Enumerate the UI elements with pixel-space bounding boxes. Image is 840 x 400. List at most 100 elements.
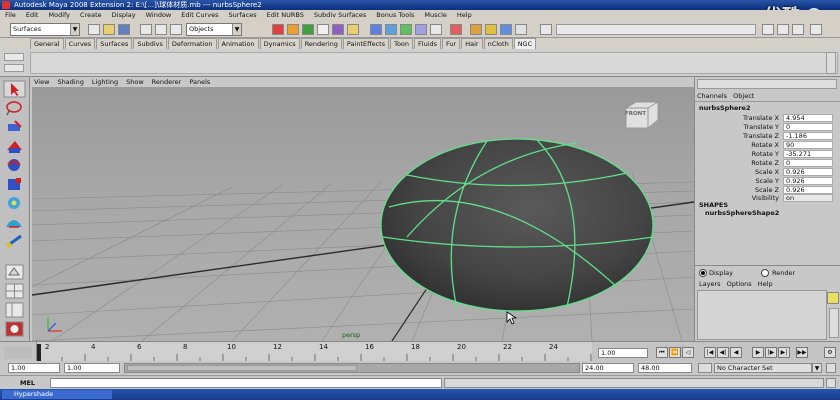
shape-node-name[interactable]: nurbsSphereShape2 <box>705 209 779 217</box>
curve-mask-icon[interactable] <box>317 24 329 35</box>
tab-deformation[interactable]: Deformation <box>167 38 217 49</box>
range-bar[interactable] <box>124 363 580 373</box>
end-time-field[interactable]: 48.00 <box>638 363 692 373</box>
tool-settings-toggle-icon[interactable] <box>777 24 789 35</box>
taskbar-hypershade-button[interactable]: Hypershade <box>2 390 112 399</box>
menu-create[interactable]: Create <box>75 11 107 19</box>
menu-panels[interactable]: Panels <box>185 78 214 86</box>
select-component-icon[interactable] <box>170 24 182 35</box>
move-tool-icon[interactable] <box>3 137 26 155</box>
menu-display[interactable]: Display <box>107 11 141 19</box>
menu-window[interactable]: Window <box>141 11 177 19</box>
select-by-type-icon[interactable] <box>272 24 284 35</box>
menu-show[interactable]: Show <box>122 78 148 86</box>
menu-help[interactable]: Help <box>452 11 477 19</box>
history-icon[interactable] <box>450 24 462 35</box>
snap-plane-icon[interactable] <box>415 24 427 35</box>
tab-channels[interactable]: Channels <box>697 92 727 100</box>
attr-value-translate-x[interactable]: 4.954 <box>783 114 833 122</box>
play-backwards-icon[interactable]: ◀ <box>730 347 742 358</box>
menu-layer-help[interactable]: Help <box>758 280 773 288</box>
attr-value-rotate-y[interactable]: -35.271 <box>783 150 833 158</box>
display-layer-radio[interactable] <box>699 269 707 277</box>
play-forwards-icon[interactable]: ▶ <box>752 347 764 358</box>
go-to-start-frame-icon[interactable]: |◀ <box>704 347 716 358</box>
menu-shading[interactable]: Shading <box>53 78 87 86</box>
playback-start-field[interactable]: 1.00 <box>64 363 120 373</box>
tab-subdivs[interactable]: Subdivs <box>133 38 167 49</box>
attr-value-scale-x[interactable]: 0.926 <box>783 168 833 176</box>
lasso-tool-icon[interactable] <box>3 99 26 117</box>
attr-value-rotate-z[interactable]: 0 <box>783 159 833 167</box>
auto-key-icon[interactable] <box>826 363 836 373</box>
step-forward-key-icon[interactable]: ▶▶ <box>796 347 808 358</box>
ipr-render-icon[interactable] <box>500 24 512 35</box>
new-layer-icon[interactable] <box>827 292 839 304</box>
menu-edit-curves[interactable]: Edit Curves <box>176 11 223 19</box>
character-set-icon[interactable] <box>698 363 712 373</box>
nurbs-sphere[interactable] <box>377 137 657 317</box>
tab-animation[interactable]: Animation <box>217 38 259 49</box>
chevron-down-icon[interactable]: ▼ <box>812 363 822 373</box>
menu-view[interactable]: View <box>30 78 53 86</box>
selection-mode-select[interactable]: Objects ▼ <box>186 23 242 36</box>
start-time-field[interactable]: 1.00 <box>8 363 60 373</box>
deformer-mask-icon[interactable] <box>347 24 359 35</box>
render-frame-icon[interactable] <box>485 24 497 35</box>
animation-preferences-icon[interactable]: ⚙ <box>824 347 836 358</box>
rotate-tool-icon[interactable] <box>3 156 26 174</box>
menu-bonus-tools[interactable]: Bonus Tools <box>371 11 419 19</box>
tab-curves[interactable]: Curves <box>64 38 96 49</box>
step-back-icon[interactable]: ⏪ <box>669 347 681 358</box>
show-manipulator-icon[interactable] <box>3 232 26 250</box>
joint-mask-icon[interactable] <box>302 24 314 35</box>
command-input[interactable] <box>50 378 442 388</box>
menuset-select[interactable]: Surfaces ▼ <box>10 23 80 36</box>
perspective-viewport[interactable]: FRONT persp <box>32 87 694 341</box>
persp-outliner-layout-icon[interactable] <box>3 301 26 319</box>
menu-modify[interactable]: Modify <box>43 11 75 19</box>
attribute-editor-toggle-icon[interactable] <box>762 24 774 35</box>
menu-surfaces[interactable]: Surfaces <box>223 11 261 19</box>
render-view-icon[interactable] <box>470 24 482 35</box>
mask-icon[interactable] <box>287 24 299 35</box>
character-set-field[interactable]: No Character Set <box>714 363 812 373</box>
tab-object[interactable]: Object <box>733 92 754 100</box>
script-editor-icon[interactable] <box>826 378 836 388</box>
layer-list[interactable] <box>697 290 827 340</box>
tab-general[interactable]: General <box>30 38 64 49</box>
time-ruler[interactable]: 2 4 6 8 10 12 14 16 18 20 22 24 <box>36 342 592 362</box>
select-object-icon[interactable] <box>155 24 167 35</box>
render-layer-radio[interactable] <box>761 269 769 277</box>
tab-fluids[interactable]: Fluids <box>414 38 442 49</box>
open-scene-icon[interactable] <box>103 24 115 35</box>
scale-tool-icon[interactable] <box>3 175 26 193</box>
menu-subdiv-surfaces[interactable]: Subdiv Surfaces <box>309 11 371 19</box>
layout-toggle-icon[interactable] <box>810 24 822 35</box>
menu-renderer[interactable]: Renderer <box>148 78 186 86</box>
attr-value-rotate-x[interactable]: 90 <box>783 141 833 149</box>
snap-point-icon[interactable] <box>400 24 412 35</box>
menu-edit-nurbs[interactable]: Edit NURBS <box>262 11 309 19</box>
tab-ngc[interactable]: NGC <box>513 38 537 49</box>
render-view-layout-icon[interactable] <box>3 320 26 338</box>
four-view-layout-icon[interactable] <box>3 282 26 300</box>
layer-scrollbar[interactable] <box>829 308 839 338</box>
shelf-tabs-icon[interactable] <box>4 64 24 72</box>
shelf-menu-icon[interactable] <box>4 53 24 61</box>
tab-painteffects[interactable]: PaintEffects <box>342 38 390 49</box>
tab-toon[interactable]: Toon <box>390 38 414 49</box>
go-to-end-icon[interactable]: ▶| <box>778 347 790 358</box>
tab-fur[interactable]: Fur <box>442 38 461 49</box>
menu-edit[interactable]: Edit <box>21 11 44 19</box>
input-field-icon[interactable] <box>540 24 552 35</box>
tab-dynamics[interactable]: Dynamics <box>259 38 300 49</box>
attr-value-scale-z[interactable]: 0.926 <box>783 186 833 194</box>
attr-value-scale-y[interactable]: 0.926 <box>783 177 833 185</box>
step-forward-frame-icon[interactable]: |▶ <box>765 347 777 358</box>
playback-end-field[interactable]: 24.00 <box>582 363 634 373</box>
make-live-icon[interactable] <box>430 24 442 35</box>
object-name[interactable]: nurbsSphere2 <box>699 104 751 112</box>
attr-value-translate-y[interactable]: 0 <box>783 123 833 131</box>
menu-muscle[interactable]: Muscle <box>419 11 452 19</box>
